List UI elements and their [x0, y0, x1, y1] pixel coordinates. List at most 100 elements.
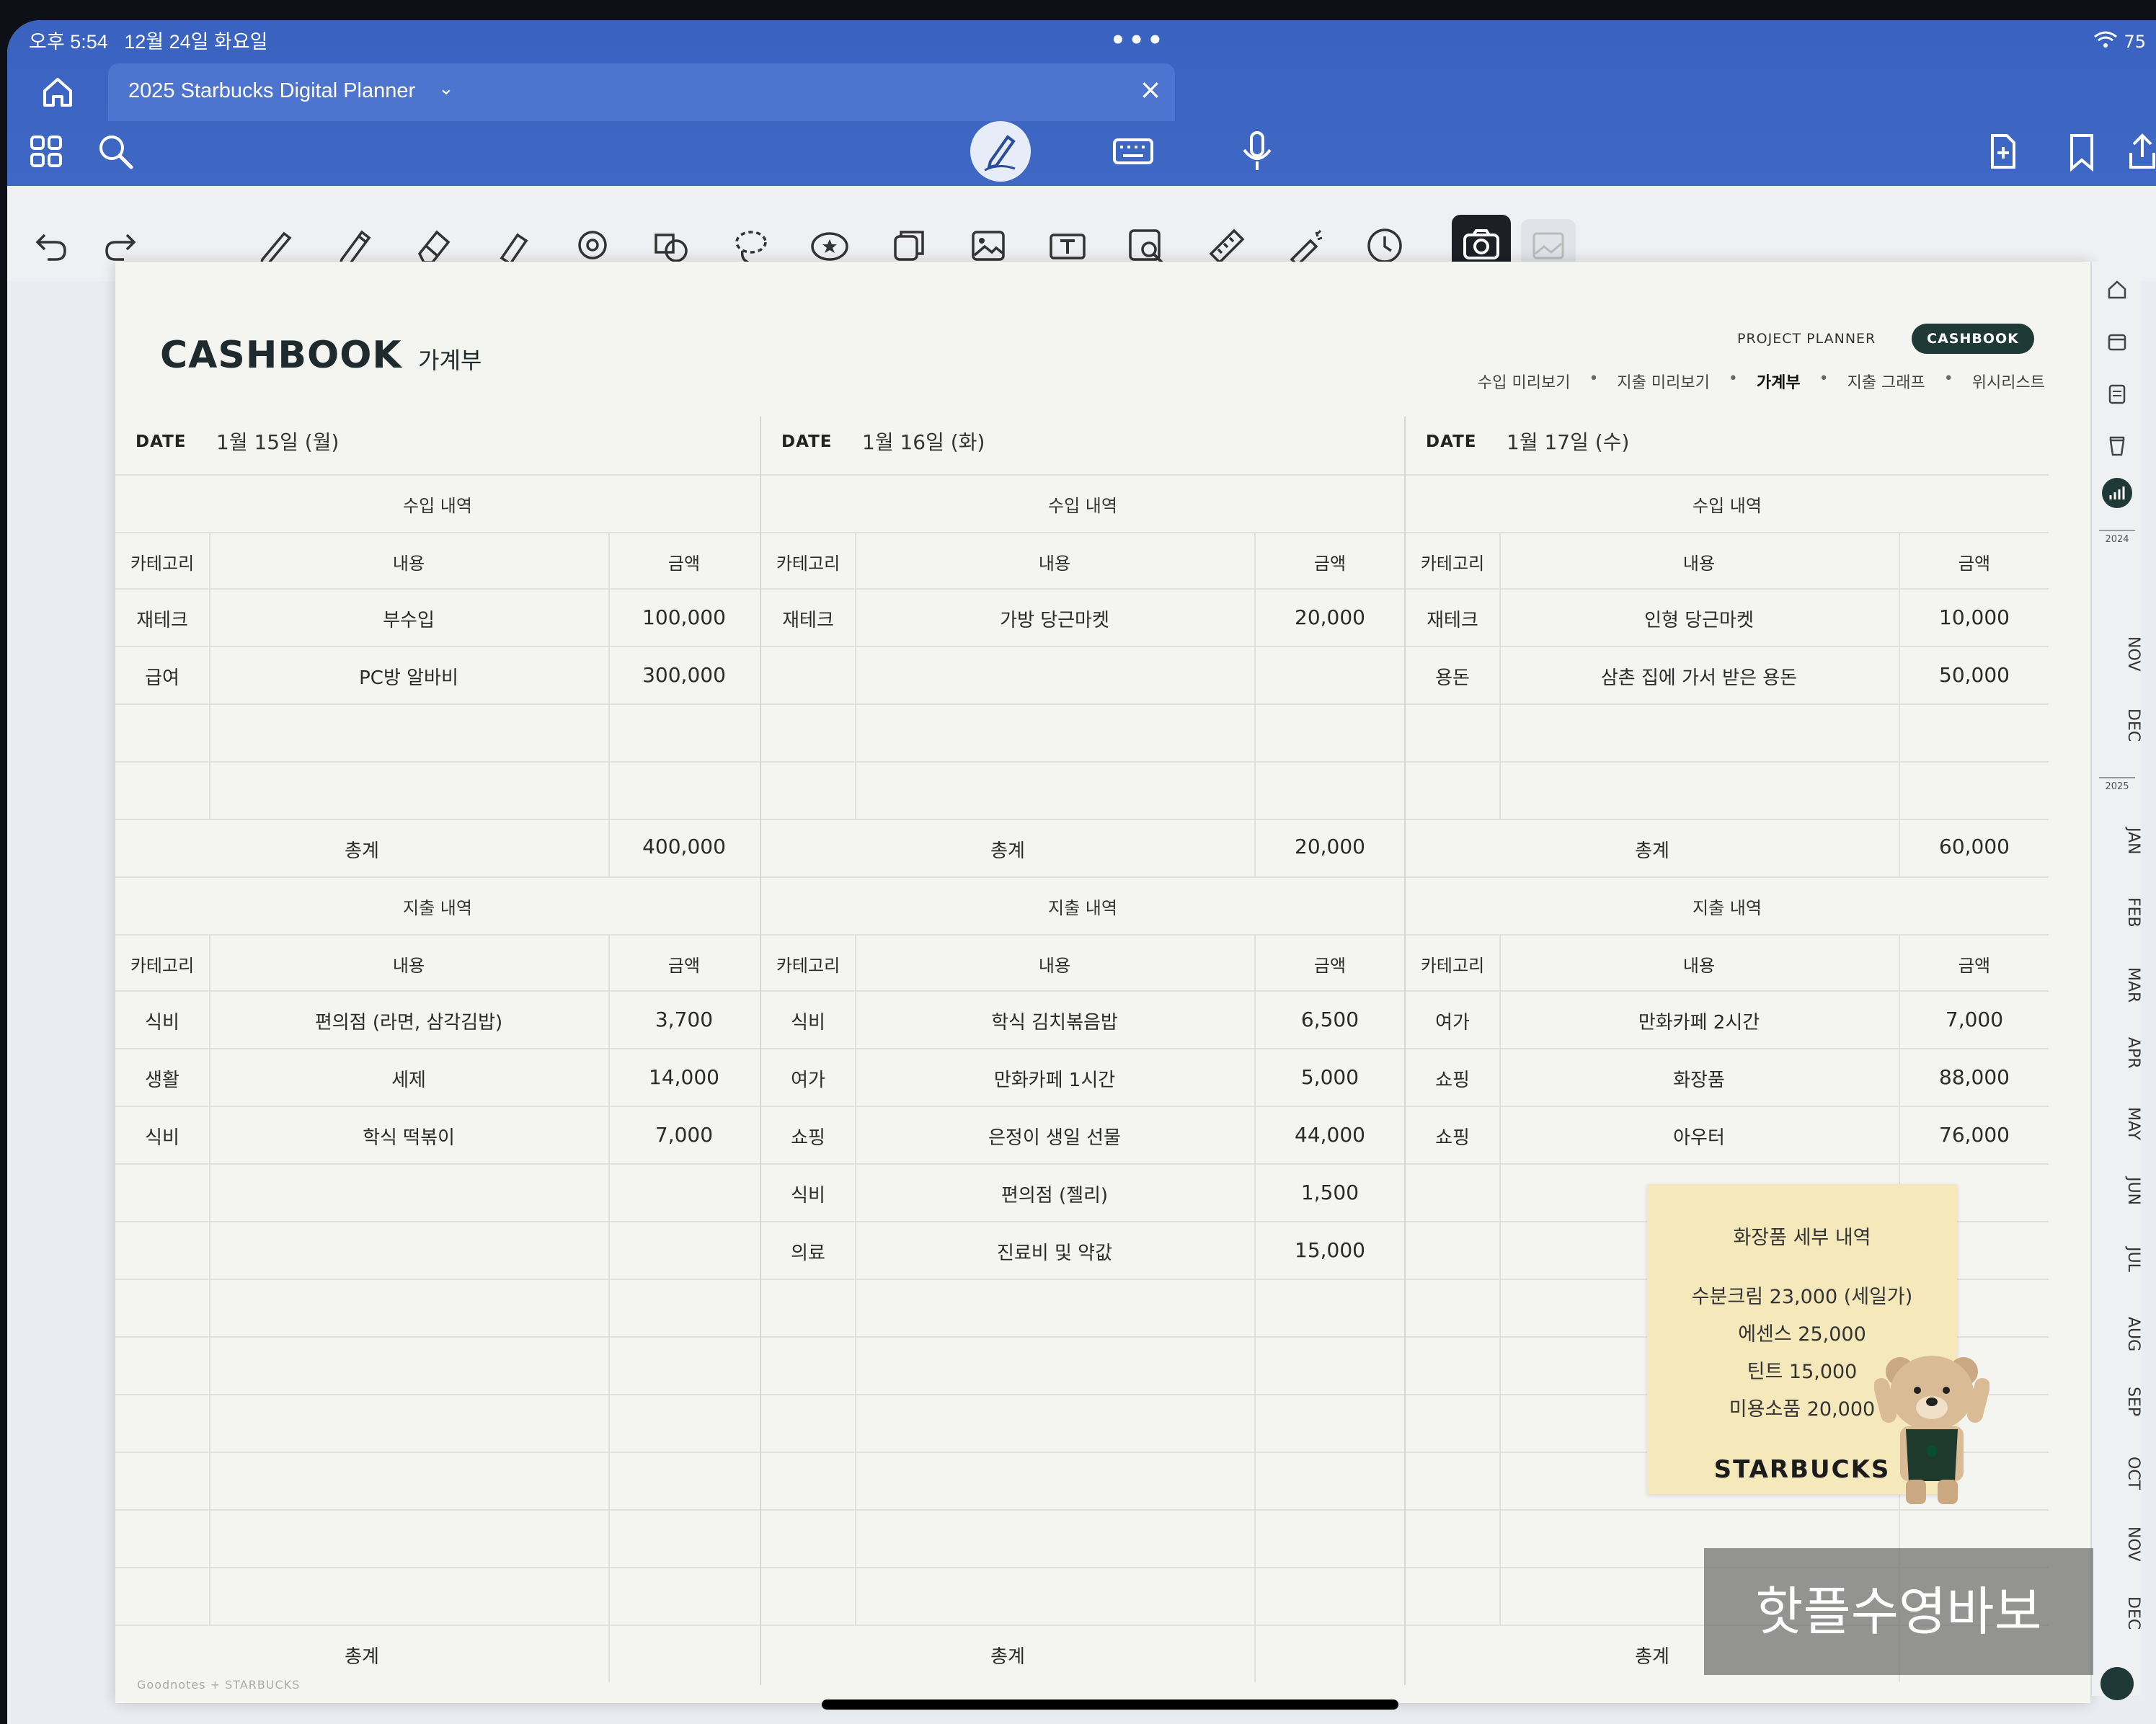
side-tab-oct[interactable]: OCT — [2092, 1457, 2142, 1490]
side-tab-may[interactable]: MAY — [2092, 1107, 2142, 1140]
date-value[interactable]: 1월 15일 (월) — [216, 427, 339, 456]
income-row-category[interactable]: 재테크 — [115, 605, 209, 632]
expense-row-category[interactable]: 생활 — [115, 1065, 209, 1092]
expense-row-content[interactable]: 화장품 — [1499, 1065, 1899, 1092]
grid-line — [115, 1048, 760, 1049]
subnav-wishlist[interactable]: 위시리스트 — [1972, 370, 2045, 393]
expense-row-content[interactable]: 만화카페 1시간 — [855, 1065, 1254, 1092]
income-row-category[interactable]: 급여 — [115, 663, 209, 690]
expense-row-content[interactable]: 은정이 생일 선물 — [855, 1123, 1254, 1150]
home-tab-icon[interactable] — [2105, 277, 2129, 302]
expense-row-amount[interactable]: 6,500 — [1254, 1008, 1406, 1031]
undo-icon[interactable] — [26, 222, 74, 270]
side-tab-apr[interactable]: APR — [2092, 1037, 2142, 1069]
expense-row-category[interactable]: 식비 — [115, 1123, 209, 1150]
side-tab-nov-2024[interactable]: NOV — [2092, 636, 2142, 671]
expense-row-amount[interactable]: 7,000 — [1899, 1008, 2050, 1031]
income-total-value[interactable]: 20,000 — [1254, 835, 1406, 858]
close-tab-icon[interactable]: × — [1139, 74, 1162, 105]
expense-row-amount[interactable]: 1,500 — [1254, 1181, 1406, 1204]
keyboard-icon[interactable] — [1103, 121, 1163, 182]
expense-row-amount[interactable]: 15,000 — [1254, 1238, 1406, 1262]
grid-line — [115, 819, 760, 820]
expense-row-amount[interactable]: 7,000 — [608, 1123, 760, 1147]
cashbook-tab-pill[interactable]: CASHBOOK — [1912, 324, 2034, 354]
side-tab-dec-2024[interactable]: DEC — [2092, 708, 2142, 742]
expense-row-amount[interactable]: 88,000 — [1899, 1065, 2050, 1089]
subnav-income-preview[interactable]: 수입 미리보기 — [1478, 370, 1570, 393]
chevron-down-icon[interactable]: ⌄ — [438, 78, 454, 99]
expense-row-content[interactable]: 세제 — [209, 1065, 608, 1092]
expense-row-content[interactable]: 편의점 (라면, 삼각김밥) — [209, 1008, 608, 1034]
thumbnails-grid-icon[interactable] — [23, 128, 69, 174]
side-tab-aug[interactable]: AUG — [2092, 1317, 2142, 1351]
income-row-amount[interactable]: 50,000 — [1899, 663, 2050, 687]
expense-row-category[interactable]: 쇼핑 — [761, 1123, 855, 1150]
side-tab-jul[interactable]: JUL — [2092, 1247, 2142, 1272]
expense-row-content[interactable]: 아우터 — [1499, 1123, 1899, 1150]
side-tab-dec[interactable]: DEC — [2092, 1596, 2142, 1630]
expense-row-content[interactable]: 진료비 및 약값 — [855, 1238, 1254, 1265]
income-total-value[interactable]: 60,000 — [1899, 835, 2050, 858]
bookmark-icon[interactable] — [2059, 128, 2105, 174]
side-tab-jan[interactable]: JAN — [2092, 827, 2142, 855]
expense-row-category[interactable]: 쇼핑 — [1406, 1123, 1499, 1150]
income-row-category[interactable]: 재테크 — [761, 605, 855, 632]
calendar-tab-icon[interactable] — [2105, 329, 2129, 354]
cashbook-page[interactable]: CASHBOOK 가계부 PROJECT PLANNER CASHBOOK 수입… — [115, 262, 2090, 1703]
income-row-amount[interactable]: 20,000 — [1254, 605, 1406, 629]
subnav-cashbook[interactable]: 가계부 — [1757, 370, 1801, 393]
document-tab[interactable]: 2025 Starbucks Digital Planner ⌄ × — [108, 63, 1175, 121]
income-total-value[interactable]: 400,000 — [608, 835, 760, 858]
income-row-category[interactable]: 용돈 — [1406, 663, 1499, 690]
date-value[interactable]: 1월 17일 (수) — [1507, 427, 1629, 456]
side-tab-sep[interactable]: SEP — [2092, 1387, 2142, 1416]
income-row-content[interactable]: 가방 당근마켓 — [855, 605, 1254, 632]
expense-row-content[interactable]: 학식 떡볶이 — [209, 1123, 608, 1150]
bearista-sticker-icon[interactable] — [1874, 1343, 1989, 1508]
starbucks-siren-icon[interactable] — [2100, 1667, 2134, 1700]
expense-row-amount[interactable]: 14,000 — [608, 1065, 760, 1089]
income-row-amount[interactable]: 100,000 — [608, 605, 760, 629]
expense-row-content[interactable]: 편의점 (젤리) — [855, 1181, 1254, 1207]
expense-row-category[interactable]: 식비 — [761, 1181, 855, 1207]
income-row-amount[interactable]: 10,000 — [1899, 605, 2050, 629]
cup-tab-icon[interactable] — [2105, 433, 2129, 458]
date-value[interactable]: 1월 16일 (화) — [862, 427, 985, 456]
add-page-icon[interactable] — [1979, 128, 2026, 174]
expense-row-category[interactable]: 여가 — [761, 1065, 855, 1092]
side-tab-jun[interactable]: JUN — [2092, 1177, 2142, 1205]
share-icon[interactable] — [2119, 128, 2156, 174]
expense-row-category[interactable]: 의료 — [761, 1238, 855, 1265]
expense-row-amount[interactable]: 5,000 — [1254, 1065, 1406, 1089]
income-row-content[interactable]: 인형 당근마켓 — [1499, 605, 1899, 632]
expense-row-amount[interactable]: 44,000 — [1254, 1123, 1406, 1147]
income-row-content[interactable]: PC방 알바비 — [209, 663, 608, 690]
income-row-category[interactable]: 재테크 — [1406, 605, 1499, 632]
home-icon[interactable] — [36, 71, 79, 114]
expense-row-category[interactable]: 여가 — [1406, 1008, 1499, 1034]
multitask-dots-icon[interactable]: ••• — [1110, 26, 1166, 55]
handwriting-mode-button[interactable] — [970, 121, 1031, 182]
cashbook-tab-icon[interactable] — [2102, 478, 2132, 508]
income-row-amount[interactable]: 300,000 — [608, 663, 760, 687]
side-tab-feb[interactable]: FEB — [2092, 897, 2142, 928]
income-row-content[interactable]: 삼촌 집에 가서 받은 용돈 — [1499, 663, 1899, 690]
income-row-content[interactable]: 부수입 — [209, 605, 608, 632]
home-indicator[interactable] — [822, 1699, 1398, 1710]
expense-row-amount[interactable]: 76,000 — [1899, 1123, 2050, 1147]
side-tab-nov[interactable]: NOV — [2092, 1527, 2142, 1561]
expense-row-content[interactable]: 학식 김치볶음밥 — [855, 1008, 1254, 1034]
expense-row-category[interactable]: 쇼핑 — [1406, 1065, 1499, 1092]
project-planner-link[interactable]: PROJECT PLANNER — [1737, 331, 1876, 347]
notes-tab-icon[interactable] — [2105, 381, 2129, 406]
expense-row-category[interactable]: 식비 — [761, 1008, 855, 1034]
expense-row-content[interactable]: 만화카페 2시간 — [1499, 1008, 1899, 1034]
expense-row-category[interactable]: 식비 — [115, 1008, 209, 1034]
subnav-expense-graph[interactable]: 지출 그래프 — [1847, 370, 1925, 393]
subnav-expense-preview[interactable]: 지출 미리보기 — [1617, 370, 1709, 393]
side-tab-mar[interactable]: MAR — [2092, 967, 2142, 1003]
search-icon[interactable] — [92, 128, 138, 174]
expense-row-amount[interactable]: 3,700 — [608, 1008, 760, 1031]
microphone-icon[interactable] — [1227, 121, 1287, 182]
